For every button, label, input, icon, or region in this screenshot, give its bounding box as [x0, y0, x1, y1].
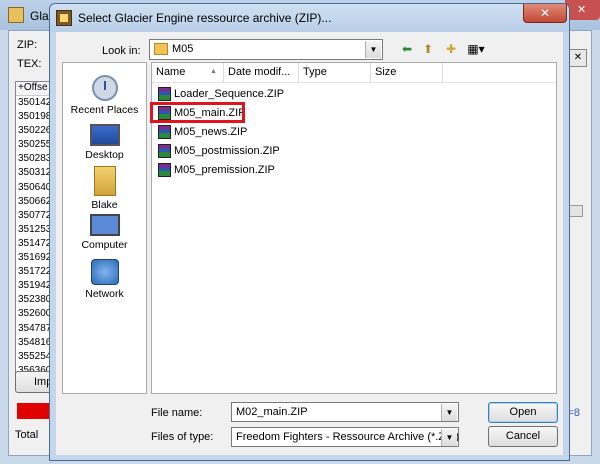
- file-name: Loader_Sequence.ZIP: [174, 88, 285, 100]
- chevron-down-icon[interactable]: ▼: [441, 404, 457, 421]
- place-recent-places[interactable]: Recent Places: [63, 75, 146, 116]
- scrollbar-thumb[interactable]: [569, 205, 583, 217]
- dialog-app-icon: [56, 10, 72, 26]
- dialog-close-button[interactable]: ✕: [523, 4, 567, 23]
- look-in-value: M05: [172, 43, 194, 55]
- desktop-icon: [89, 124, 120, 146]
- file-row[interactable]: M05_premission.ZIP: [158, 162, 275, 179]
- file-name-value: M02_main.ZIP: [236, 406, 308, 418]
- network-icon: [90, 259, 119, 285]
- header-divider: [152, 82, 556, 83]
- sort-up-icon: ▲: [210, 68, 217, 75]
- open-button[interactable]: Open: [488, 402, 558, 423]
- zip-archive-icon: [158, 144, 171, 159]
- zip-archive-icon: [158, 163, 171, 178]
- place-label: Blake: [91, 199, 118, 211]
- file-open-dialog: Select Glacier Engine ressource archive …: [49, 3, 570, 461]
- place-label: Recent Places: [70, 104, 139, 116]
- progress-bar: [17, 403, 53, 419]
- column-header-date[interactable]: Date modif...: [224, 63, 299, 82]
- place-label: Desktop: [85, 149, 124, 161]
- files-of-type-select[interactable]: Freedom Fighters - Ressource Archive (*.…: [231, 427, 459, 447]
- column-header-name[interactable]: Name ▲: [152, 63, 224, 82]
- places-bar: Recent Places Desktop Blake Computer Net…: [62, 62, 147, 394]
- file-name: M05_postmission.ZIP: [174, 145, 280, 157]
- dialog-body: Look in: M05 ▼ ⬅ ⬆ ✚ ▦▾ Recent Places De…: [56, 32, 563, 455]
- file-name: M05_premission.ZIP: [174, 164, 275, 176]
- look-in-label: Look in:: [102, 45, 141, 57]
- new-folder-icon[interactable]: ✚: [442, 41, 460, 57]
- file-name: M05_news.ZIP: [174, 126, 248, 138]
- chevron-down-icon[interactable]: ▼: [441, 429, 457, 446]
- computer-icon: [89, 214, 120, 236]
- place-label: Network: [85, 288, 124, 300]
- column-name-label: Name: [156, 66, 186, 78]
- user-folder-icon: [93, 166, 116, 196]
- files-of-type-label: Files of type:: [151, 431, 214, 443]
- file-name-label: File name:: [151, 407, 203, 419]
- column-header-size[interactable]: Size: [371, 63, 443, 82]
- close-icon: ✕: [540, 6, 551, 20]
- background-small-close-button[interactable]: ✕: [569, 49, 587, 67]
- dialog-title: Select Glacier Engine ressource archive …: [78, 11, 332, 25]
- place-network[interactable]: Network: [63, 259, 146, 300]
- view-menu-icon[interactable]: ▦▾: [463, 41, 489, 57]
- place-computer[interactable]: Computer: [63, 214, 146, 251]
- column-header-type[interactable]: Type: [299, 63, 371, 82]
- place-user[interactable]: Blake: [63, 166, 146, 211]
- dialog-titlebar: Select Glacier Engine ressource archive …: [50, 4, 569, 32]
- file-row[interactable]: M05_news.ZIP: [158, 124, 247, 141]
- file-row[interactable]: M05_postmission.ZIP: [158, 143, 280, 160]
- back-arrow-icon[interactable]: ⬅: [398, 41, 416, 57]
- file-row[interactable]: Loader_Sequence.ZIP: [158, 86, 284, 103]
- files-of-type-value: Freedom Fighters - Ressource Archive (*.…: [236, 431, 460, 443]
- up-folder-icon[interactable]: ⬆: [419, 41, 437, 57]
- total-label: Total: [15, 429, 39, 441]
- tex-label: TEX:: [17, 58, 42, 70]
- look-in-combo[interactable]: M05 ▼: [149, 39, 383, 60]
- file-name-input[interactable]: M02_main.ZIP ▼: [231, 402, 459, 422]
- folder-icon: [154, 43, 168, 55]
- place-label: Computer: [81, 239, 128, 251]
- place-desktop[interactable]: Desktop: [63, 124, 146, 161]
- highlight-annotation: [150, 102, 245, 123]
- cancel-button[interactable]: Cancel: [488, 426, 558, 447]
- zip-archive-icon: [158, 87, 171, 102]
- background-close-button[interactable]: [565, 0, 600, 20]
- app-icon: [8, 7, 24, 23]
- zip-archive-icon: [158, 125, 171, 140]
- chevron-down-icon[interactable]: ▼: [365, 41, 381, 58]
- recent-places-icon: [91, 75, 118, 101]
- zip-label: ZIP:: [17, 39, 38, 51]
